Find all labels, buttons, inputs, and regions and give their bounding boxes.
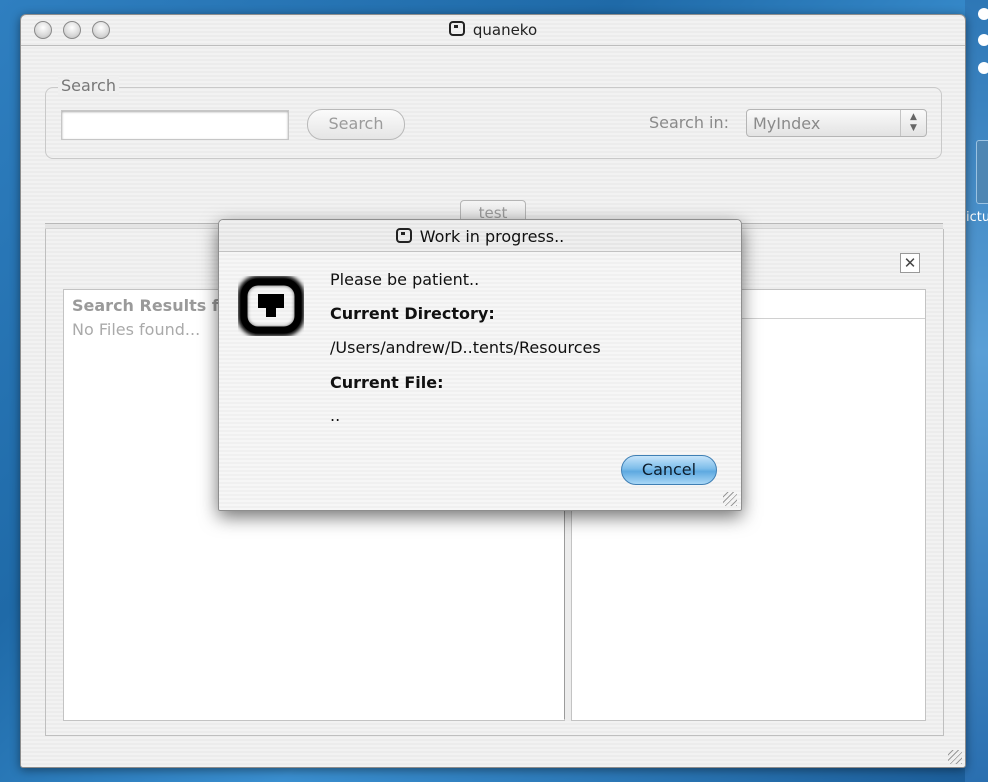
desktop-decoration (978, 34, 988, 46)
window-resize-grip-icon[interactable] (948, 750, 962, 764)
search-input[interactable] (61, 110, 289, 140)
search-in-selected-value: MyIndex (753, 114, 821, 133)
dialog-message: Please be patient.. (330, 270, 480, 289)
current-directory-label: Current Directory: (330, 304, 495, 323)
close-icon: ✕ (903, 254, 917, 272)
current-file-label: Current File: (330, 373, 444, 392)
desktop-decoration (978, 8, 988, 20)
window-title: quaneko (21, 21, 965, 39)
window-title-text: quaneko (472, 21, 538, 39)
cancel-button[interactable]: Cancel (621, 455, 717, 485)
dialog-title: Work in progress.. (219, 227, 741, 246)
desktop-decoration (978, 62, 988, 74)
search-in-label: Search in: (649, 113, 730, 132)
desktop-background (965, 0, 988, 782)
current-directory-value: /Users/andrew/D..tents/Resources (330, 338, 601, 357)
app-logo-icon (395, 228, 412, 243)
progress-dialog: Work in progress.. Please be patient.. C… (218, 219, 742, 511)
search-in-select[interactable]: MyIndex ▲ ▼ (746, 109, 927, 137)
search-group-label: Search (58, 76, 119, 95)
search-button[interactable]: Search (307, 109, 405, 140)
app-logo-icon (238, 276, 304, 336)
dialog-title-text: Work in progress.. (419, 227, 565, 246)
app-logo-icon (448, 21, 465, 36)
search-results-header: Search Results f (72, 296, 219, 315)
dialog-titlebar[interactable]: Work in progress.. (219, 220, 741, 252)
window-titlebar[interactable]: quaneko (21, 15, 965, 46)
desktop-icon-label[interactable]: ictu (966, 210, 988, 225)
close-tab-button[interactable]: ✕ (900, 253, 920, 273)
dialog-resize-grip-icon[interactable] (723, 492, 737, 506)
desktop-file-icon[interactable] (976, 140, 988, 204)
search-results-empty-text: No Files found... (72, 320, 201, 339)
current-file-value: .. (330, 406, 341, 425)
updown-arrows-icon: ▲ ▼ (900, 110, 926, 136)
